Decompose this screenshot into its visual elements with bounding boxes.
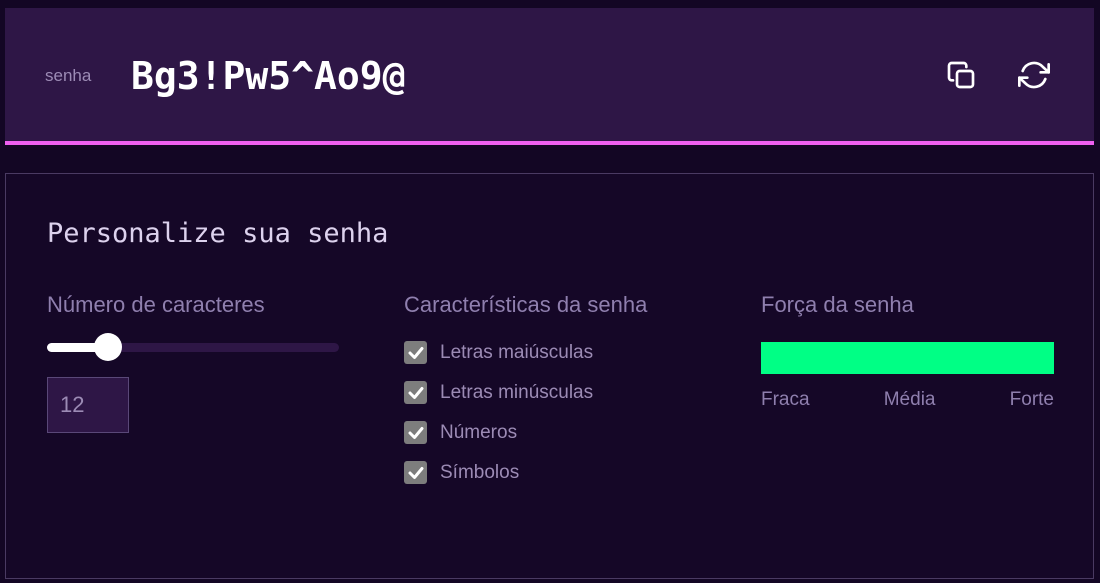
strength-section-title: Força da senha xyxy=(761,292,914,317)
password-label: senha xyxy=(45,66,92,85)
length-slider-thumb[interactable] xyxy=(94,333,123,361)
strength-labels: Fraca Média Forte xyxy=(761,389,1054,411)
check-icon xyxy=(408,386,423,399)
strength-meter xyxy=(761,342,1054,374)
strength-label-strong: Forte xyxy=(1009,389,1054,410)
characteristics-section-title: Características da senha xyxy=(404,292,648,317)
checkbox-numbers-box[interactable] xyxy=(404,421,427,444)
checkbox-uppercase[interactable]: Letras maiúsculas xyxy=(404,341,593,364)
checkbox-symbols[interactable]: Símbolos xyxy=(404,461,519,484)
checkbox-uppercase-box[interactable] xyxy=(404,341,427,364)
checkbox-uppercase-label: Letras maiúsculas xyxy=(440,341,594,363)
length-slider[interactable] xyxy=(47,333,339,361)
strength-label-medium: Média xyxy=(883,389,936,410)
regenerate-button[interactable] xyxy=(1017,58,1051,92)
checkbox-lowercase-box[interactable] xyxy=(404,381,427,404)
check-icon xyxy=(408,346,423,359)
check-icon xyxy=(408,426,423,439)
panel-title: Personalize sua senha xyxy=(47,218,389,249)
copy-icon xyxy=(947,61,975,89)
length-input[interactable] xyxy=(47,377,129,433)
refresh-icon xyxy=(1018,61,1050,89)
checkbox-symbols-label: Símbolos xyxy=(440,461,520,483)
generated-password: Bg3!Pw5^Ao9@ xyxy=(131,54,406,98)
strength-label-weak: Fraca xyxy=(761,389,810,410)
length-section-title: Número de caracteres xyxy=(47,292,265,317)
strength-meter-fill xyxy=(761,342,1054,374)
copy-button[interactable] xyxy=(944,58,978,92)
checkbox-numbers-label: Números xyxy=(440,421,518,443)
checkbox-lowercase-label: Letras minúsculas xyxy=(440,381,594,403)
checkbox-numbers[interactable]: Números xyxy=(404,421,517,444)
password-header: senha Bg3!Pw5^Ao9@ xyxy=(5,8,1094,145)
checkbox-lowercase[interactable]: Letras minúsculas xyxy=(404,381,593,404)
checkbox-symbols-box[interactable] xyxy=(404,461,427,484)
check-icon xyxy=(408,466,423,479)
customize-panel: Personalize sua senha Número de caracter… xyxy=(5,173,1094,579)
